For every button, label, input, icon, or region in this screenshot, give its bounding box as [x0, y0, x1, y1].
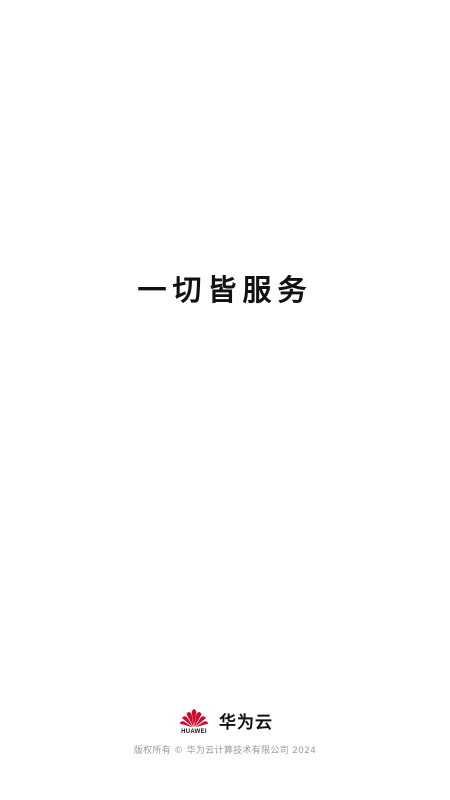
brand-logo-row: HUAWEI 华为云 [0, 708, 450, 738]
product-name: 华为云 [219, 713, 273, 733]
splash-screen: 一切皆服务 HUAWEI 华为云 版权所有 © 华为云计算技术有限公司 2024 [0, 0, 450, 800]
slogan-text: 一切皆服务 [137, 273, 313, 307]
huawei-logo: HUAWEI [177, 708, 211, 738]
huawei-flower-icon [180, 709, 208, 728]
huawei-wordmark: HUAWEI [181, 729, 207, 735]
copyright-text: 版权所有 © 华为云计算技术有限公司 2024 [133, 746, 317, 756]
